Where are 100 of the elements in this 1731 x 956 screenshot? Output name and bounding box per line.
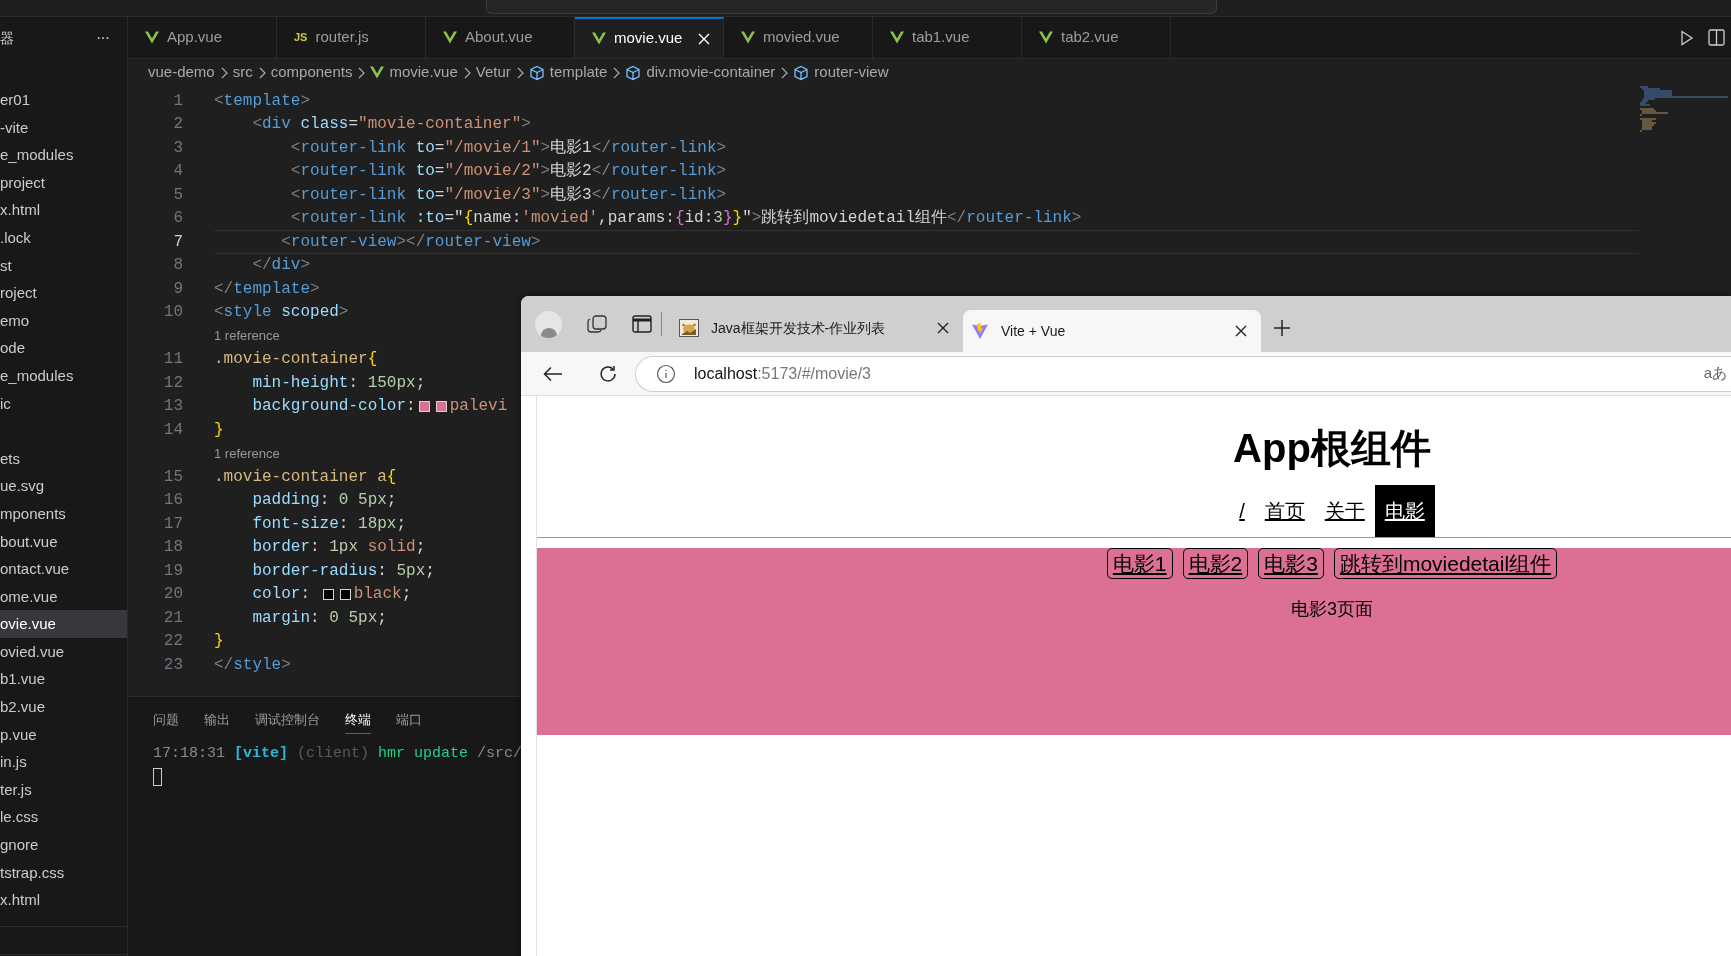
file-item[interactable]: bout.vue xyxy=(0,527,127,556)
line-number: 12 xyxy=(162,372,183,394)
movie-link[interactable]: 电影1 xyxy=(1106,548,1173,579)
code-line: padding: 0 5px; xyxy=(251,490,397,512)
file-item[interactable]: e_modules xyxy=(0,141,127,169)
file-item[interactable]: e_modules xyxy=(0,361,127,390)
reference-hint[interactable]: 1 reference xyxy=(214,326,280,346)
editor-tab[interactable]: tab1.vue xyxy=(873,17,1022,58)
file-item[interactable]: x.html xyxy=(0,196,127,224)
file-item[interactable]: ets xyxy=(0,444,127,473)
address-bar[interactable]: localhost:5173/#/movie/3 aあ xyxy=(635,355,1731,392)
panel-tab[interactable]: 终端 xyxy=(345,705,371,735)
file-item[interactable]: ode xyxy=(0,334,127,362)
file-item[interactable]: tstrap.css xyxy=(0,858,127,887)
new-tab-icon[interactable] xyxy=(1273,319,1291,337)
file-item[interactable]: x.html xyxy=(0,886,127,914)
cube-icon xyxy=(528,64,545,81)
editor-tab[interactable]: App.vue xyxy=(128,17,277,58)
code-text: color xyxy=(251,584,301,606)
close-icon[interactable] xyxy=(937,322,949,334)
collections-icon[interactable] xyxy=(586,314,608,334)
code-text: : xyxy=(406,396,416,418)
editor-tab[interactable]: JS router.js xyxy=(277,17,426,58)
breadcrumb-item[interactable]: template xyxy=(549,61,608,84)
info-icon xyxy=(656,363,676,384)
movie-link[interactable]: 电影2 xyxy=(1182,548,1249,579)
file-item[interactable]: ovie.vue xyxy=(0,610,127,638)
nav-link[interactable]: 电影 xyxy=(1374,485,1435,537)
sidebar-icon[interactable] xyxy=(632,315,652,333)
more-actions[interactable]: ··· xyxy=(96,26,109,50)
movie-link[interactable]: 跳转到moviedetail组件 xyxy=(1333,548,1558,579)
breadcrumb-item[interactable]: vue-demo xyxy=(148,61,215,84)
reload-icon[interactable] xyxy=(598,363,618,384)
panel-tab[interactable]: 调试控制台 xyxy=(255,705,320,735)
breadcrumb-item[interactable]: Vetur xyxy=(475,61,511,84)
nav-link[interactable]: 关于 xyxy=(1314,485,1375,537)
line-number: 1 xyxy=(172,90,183,112)
code-line: <router-link to="/movie/2">电影2</router-link> xyxy=(289,161,727,183)
file-item[interactable]: .lock xyxy=(0,223,127,252)
file-item[interactable]: gnore xyxy=(0,831,127,859)
panel-tab[interactable]: 输出 xyxy=(204,705,230,735)
code-line: <style scoped> xyxy=(214,302,349,324)
minimap-drawing[interactable] xyxy=(1638,86,1728,132)
code-line: <template> xyxy=(214,90,311,112)
chevron-right-icon xyxy=(357,66,366,79)
file-item[interactable]: mponents xyxy=(0,499,127,528)
close-icon[interactable] xyxy=(1235,325,1247,337)
vue-icon xyxy=(741,31,755,44)
nav-link[interactable]: 首页 xyxy=(1254,485,1315,537)
file-item[interactable]: ue.svg xyxy=(0,472,127,500)
reader-mode-icon[interactable]: aあ xyxy=(1703,362,1727,385)
code-line: margin: 0 5px; xyxy=(251,607,387,629)
file-item[interactable]: -vite xyxy=(0,113,127,142)
profile-avatar[interactable] xyxy=(535,310,562,338)
line-number: 22 xyxy=(162,631,183,653)
editor-tab[interactable]: movied.vue xyxy=(724,17,873,58)
play-icon[interactable] xyxy=(1680,29,1694,46)
file-item[interactable]: p.vue xyxy=(0,720,127,749)
code-line: <router-view></router-view> xyxy=(280,231,541,253)
breadcrumb-item[interactable]: router-view xyxy=(814,61,889,84)
file-item[interactable]: b2.vue xyxy=(0,693,127,721)
file-item[interactable]: ontact.vue xyxy=(0,555,127,583)
code-line: border-radius: 5px; xyxy=(251,560,435,582)
editor-tab[interactable]: movie.vue xyxy=(575,17,724,58)
file-item[interactable]: er01 xyxy=(0,86,127,114)
file-item[interactable]: ic xyxy=(0,389,127,418)
terminal-line: 17:18:31 [vite] (client) hmr update /src/ xyxy=(153,744,524,764)
page-heading: App根组件 xyxy=(1233,425,1431,471)
file-item[interactable]: b1.vue xyxy=(0,665,127,694)
movie-page-text: 电影3页面 xyxy=(1291,598,1373,621)
breadcrumb-item[interactable]: div.movie-container xyxy=(646,61,776,84)
back-icon[interactable] xyxy=(543,365,563,382)
file-item[interactable]: in.js xyxy=(0,748,127,776)
lightning-icon xyxy=(971,322,989,340)
file-item[interactable]: project xyxy=(0,168,127,197)
breadcrumb-item[interactable]: src xyxy=(232,61,253,84)
file-item[interactable]: le.css xyxy=(0,803,127,832)
file-item[interactable]: roject xyxy=(0,279,127,307)
file-item[interactable]: ter.js xyxy=(0,775,127,804)
line-number: 9 xyxy=(172,278,183,300)
editor-tab[interactable]: tab2.vue xyxy=(1022,17,1171,58)
nav-link[interactable]: / xyxy=(1229,485,1255,537)
file-item[interactable]: st xyxy=(0,251,127,280)
code-line: .movie-container{ xyxy=(214,349,378,371)
panel-tab[interactable]: 问题 xyxy=(153,705,179,735)
movie-link[interactable]: 电影3 xyxy=(1258,548,1324,579)
file-item[interactable]: emo xyxy=(0,306,127,335)
line-number: 6 xyxy=(172,208,183,230)
line-number: 21 xyxy=(162,607,183,629)
split-editor-icon[interactable] xyxy=(1708,29,1725,46)
breadcrumb-item[interactable]: components xyxy=(270,61,353,84)
file-item[interactable]: ovied.vue xyxy=(0,637,127,666)
reference-hint[interactable]: 1 reference xyxy=(214,443,280,463)
chevron-right-icon xyxy=(612,66,621,79)
breadcrumb-item[interactable]: movie.vue xyxy=(389,61,458,84)
browser-tab[interactable]: Vite + Vue xyxy=(963,310,1261,352)
vue-icon xyxy=(890,31,904,44)
panel-tab[interactable]: 端口 xyxy=(396,705,422,735)
file-item[interactable]: ome.vue xyxy=(0,582,127,611)
browser-tab[interactable]: Java框架开发技术-作业列表 xyxy=(671,307,963,349)
